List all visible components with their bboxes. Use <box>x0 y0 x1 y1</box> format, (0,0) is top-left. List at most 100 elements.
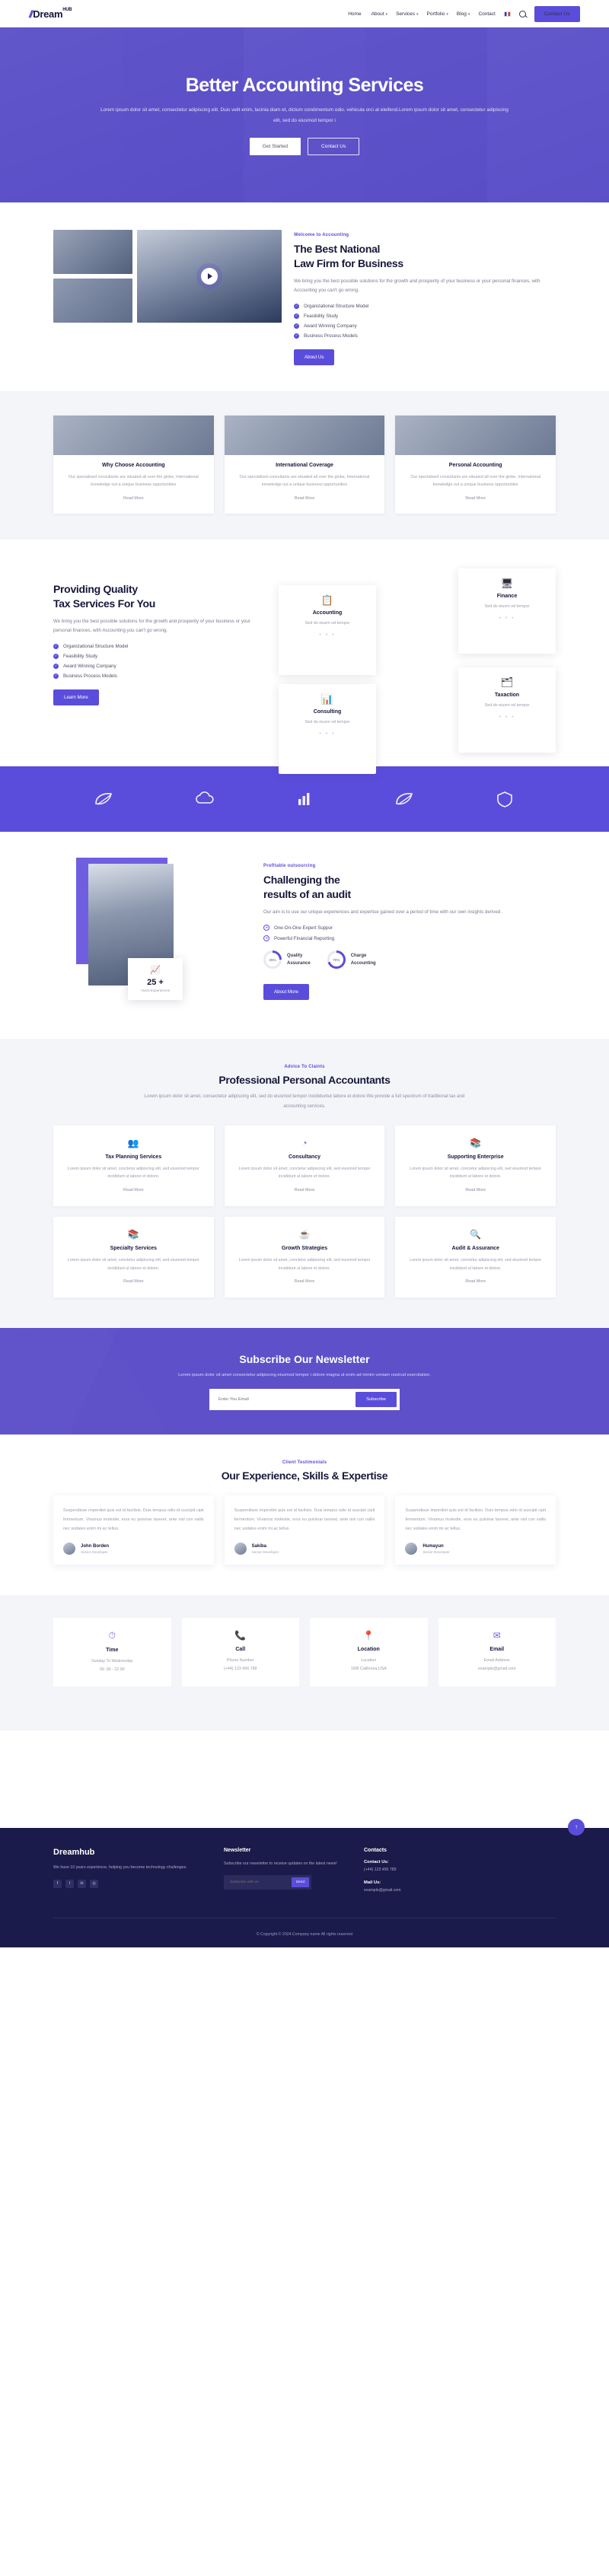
stat-label-line2: Assurance <box>287 961 311 966</box>
service-tile[interactable]: 🔍 Audit & Assurance Lorem ipsum dolor si… <box>395 1217 556 1298</box>
site-logo[interactable]: // Dream HUB <box>29 8 72 20</box>
contact-us-button[interactable]: Contact Us <box>534 5 580 22</box>
service-tile[interactable]: ☕ Growth Strategies Lorem ipsum dolor si… <box>224 1217 385 1298</box>
site-header: // Dream HUB Home About ▾ Services ▾ Portf… <box>0 0 609 27</box>
audit-media: 📈 25 + Years Experiences <box>53 858 244 1010</box>
testimonial-role: Senior Developer <box>81 1549 108 1554</box>
service-tile[interactable]: ◔ Consultancy Lorem ipsum dolor sit amet… <box>224 1125 385 1206</box>
clock-icon: ⏱ <box>108 1630 116 1641</box>
feature-card[interactable]: International Coverage Our specialised c… <box>224 415 385 514</box>
about-us-button[interactable]: About Us <box>294 349 335 365</box>
read-more-link[interactable]: Read More <box>465 1279 486 1284</box>
footer-send-button[interactable]: Send <box>291 1877 309 1887</box>
footer-contact-value[interactable]: example@gmail.com <box>364 1887 556 1894</box>
newsletter-subtitle: Lorem ipsum dolor sit amet consectetur a… <box>178 1372 431 1377</box>
progress-value: 70% <box>329 953 343 967</box>
services-subtitle: Lorem ipsum dolor sit amet, consectetur … <box>144 1094 465 1110</box>
brand-logo-strip <box>0 766 609 833</box>
list-item: ➔ Powerful Financial Reporting <box>263 935 556 942</box>
newsletter-form: Subscribe <box>209 1388 400 1410</box>
avatar <box>63 1543 75 1555</box>
tax-title-line2: Tax Services For You <box>53 597 156 610</box>
read-more-link[interactable]: Read More <box>123 1188 144 1192</box>
welcome-eyebrow: Welcome to Accounting <box>294 233 349 237</box>
tax-body: We bring you the best possible solutions… <box>53 619 250 634</box>
service-card-finance[interactable]: 🖥 Finance Sed do eiusm od tempor • • • <box>458 568 556 654</box>
instagram-icon[interactable]: ◎ <box>90 1879 98 1888</box>
footer-logo: Dreamhub <box>53 1848 206 1857</box>
flag-icon[interactable] <box>503 11 511 17</box>
read-more-link[interactable]: Read More <box>465 496 486 501</box>
testimonial-name: Humayun <box>422 1543 444 1549</box>
footer-email-input[interactable] <box>226 1877 292 1887</box>
newsletter-email-input[interactable] <box>212 1391 356 1407</box>
service-tile[interactable]: 📚 Supporting Enterprise Lorem ipsum dolo… <box>395 1125 556 1206</box>
get-started-button[interactable]: Get Started <box>249 137 301 155</box>
stat-label-line1: Quality <box>287 954 303 959</box>
stat-charge-accounting: 70% Charge Accounting <box>327 950 376 970</box>
feature-card[interactable]: Why Choose Accounting Our specialised co… <box>53 415 214 514</box>
stat-quality-assurance: 25% Quality Assurance <box>263 950 311 970</box>
hero-subtitle: Lorem ipsum dolor sit amet, consectetur … <box>100 107 509 123</box>
service-tile[interactable]: 👥 Tax Planning Services Lorem ipsum dolo… <box>53 1125 214 1206</box>
contact-card-line2: (+44) 123 456 789 <box>224 1667 257 1672</box>
list-item: ✓ Award Winning Company <box>53 663 259 669</box>
search-icon[interactable] <box>518 10 526 18</box>
feature-card[interactable]: Personal Accounting Our specialised cons… <box>395 415 556 514</box>
read-more-link[interactable]: Read More <box>295 1279 315 1284</box>
brand-shield-icon <box>492 788 518 810</box>
arrow-up-icon[interactable]: ↑ <box>568 1818 585 1836</box>
services-title: Professional Personal Accountants <box>218 1074 391 1087</box>
nav-item-contact[interactable]: Contact <box>478 11 495 17</box>
hero-button-group: Get Started Contact Us <box>61 137 548 155</box>
nav-item-about[interactable]: About ▾ <box>371 11 388 17</box>
service-tile[interactable]: 📚 Specialty Services Lorem ipsum dolor s… <box>53 1217 214 1298</box>
read-more-link[interactable]: Read More <box>123 1279 144 1284</box>
service-card-accounting[interactable]: 📋 Accounting Sed do eiusm od tempor • • … <box>279 585 376 676</box>
testimonial-role: Senior Developer <box>422 1549 450 1554</box>
about-more-button[interactable]: About More <box>263 984 309 1001</box>
read-more-link[interactable]: Read More <box>465 1188 486 1192</box>
footer-contact-value[interactable]: (+44) 123 456 789 <box>364 1867 556 1874</box>
brand-swirl-icon <box>392 788 418 810</box>
service-tile-title: Tax Planning Services <box>105 1154 162 1160</box>
testimonial-card: Suspendisse imperdiet quis est id facili… <box>53 1495 214 1565</box>
welcome-body: We bring you the best possible solutions… <box>294 278 540 294</box>
facebook-icon[interactable]: f <box>53 1879 62 1888</box>
twitter-icon[interactable]: t <box>65 1879 74 1888</box>
list-item: ➔ One-On-One Expert Suppor <box>263 925 556 931</box>
hero-contact-us-button[interactable]: Contact Us <box>308 137 360 155</box>
audit-section: 📈 25 + Years Experiences Profitable outs… <box>0 832 609 1040</box>
footer-about-text: We have 10 years experience, helping you… <box>53 1864 187 1870</box>
learn-more-button[interactable]: Learn More <box>53 689 99 705</box>
footer-subscribe-form: Send <box>224 1874 311 1890</box>
service-card-body: Sed do eiusm od tempor <box>484 604 530 610</box>
feature-card-body: Our specialised consultants are situated… <box>410 474 541 488</box>
chevron-down-icon: ▾ <box>446 11 448 17</box>
play-icon[interactable] <box>201 268 218 285</box>
nav-item-services[interactable]: Services ▾ <box>396 11 418 17</box>
services-eyebrow: Advice To Claints <box>284 1065 325 1070</box>
stat-label-line1: Charge <box>350 954 367 959</box>
service-card-consulting[interactable]: 📊 Consulting Sed do eiusm od tempor • • … <box>279 684 376 775</box>
chevron-down-icon: ▾ <box>385 11 388 17</box>
nav-item-home[interactable]: Home <box>348 11 362 17</box>
read-more-link[interactable]: Read More <box>295 496 315 501</box>
service-card-title: Consulting <box>313 709 342 715</box>
tax-title: Providing Quality Tax Services For You <box>53 582 259 611</box>
nav-item-blog[interactable]: Blog ▾ <box>457 11 470 17</box>
service-tile-body: Lorem ipsum dolor sit amet, conctetur ad… <box>67 1258 199 1271</box>
nav-item-portfolio[interactable]: Portfolio ▾ <box>427 11 448 17</box>
read-more-link[interactable]: Read More <box>123 496 144 501</box>
experience-label: Years Experiences <box>140 989 171 993</box>
feature-card-image <box>224 415 385 455</box>
welcome-title-line1: The Best National <box>294 243 381 255</box>
read-more-link[interactable]: Read More <box>295 1188 315 1192</box>
service-card-taxaction[interactable]: 🗂 Taxaction Sed do eiusm od tempor • • • <box>458 667 556 753</box>
pie-chart-icon: ◔ <box>301 1137 308 1148</box>
linkedin-icon[interactable]: in <box>78 1879 86 1888</box>
contact-card-title: Location <box>357 1647 380 1653</box>
subscribe-button[interactable]: Subscribe <box>356 1391 397 1407</box>
welcome-media <box>53 230 282 323</box>
contact-card-line1: Email Address <box>483 1658 510 1664</box>
